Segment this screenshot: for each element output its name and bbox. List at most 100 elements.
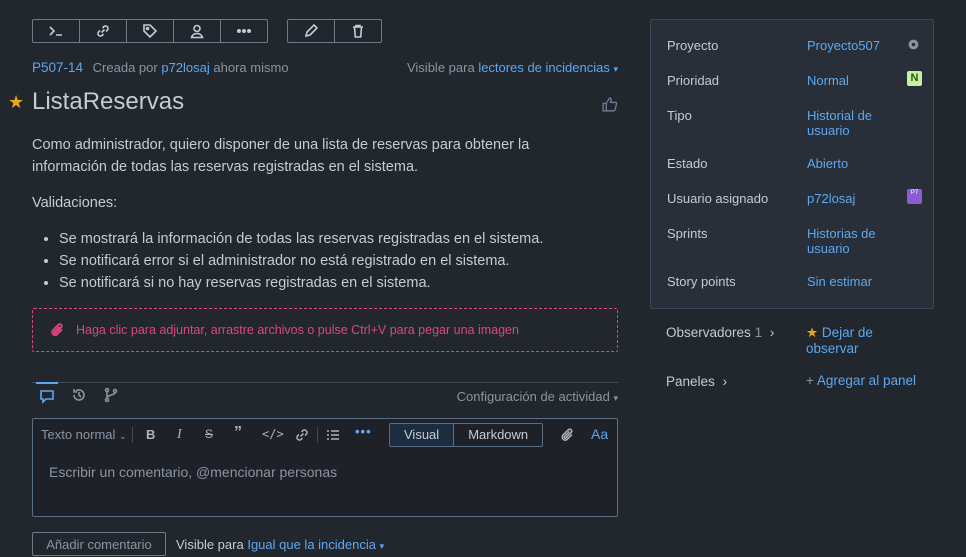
project-link[interactable]: Proyecto507 [807, 38, 897, 53]
bullet-list-icon[interactable] [325, 427, 341, 443]
thumbs-up-icon[interactable] [601, 96, 618, 113]
delete-button[interactable] [335, 20, 381, 42]
terminal-icon [49, 26, 62, 36]
ellipsis-icon [236, 29, 252, 34]
star-icon[interactable]: ★ [8, 92, 24, 113]
visibility-prefix: Visible para [406, 60, 475, 75]
more-formatting-icon[interactable]: ••• [355, 424, 372, 439]
tab-comments[interactable] [36, 382, 58, 406]
detail-label: Proyecto [667, 38, 719, 53]
avatar: P7 [907, 189, 922, 204]
git-branch-icon [104, 387, 118, 403]
tab-history[interactable] [68, 387, 90, 405]
code-icon[interactable]: </> [262, 427, 284, 441]
tab-commits[interactable] [100, 387, 122, 405]
pencil-icon [304, 23, 319, 38]
unwatch-button[interactable]: ★ Dejar de observar [806, 325, 916, 357]
comment-visibility[interactable]: Visible para Igual que la incidencia ▾ [176, 537, 384, 552]
sprints-value[interactable]: Historias de usuario [807, 226, 897, 256]
comment-editor[interactable]: Texto normal ⌄ B I S ” </> ••• Visual Ma… [32, 418, 618, 517]
bold-icon[interactable]: B [146, 427, 155, 442]
chevron-right-icon: › [722, 374, 728, 389]
chevron-down-icon: ⌄ [119, 431, 127, 441]
priority-badge: N [907, 71, 922, 86]
created-prefix: Creada por [92, 60, 158, 75]
visibility-value[interactable]: lectores de incidencias [478, 60, 610, 75]
assignee-link[interactable]: p72losaj [807, 191, 897, 206]
detail-label: Prioridad [667, 73, 720, 88]
status-value[interactable]: Abierto [807, 156, 897, 171]
validations-list: Se mostrará la información de todas las … [32, 228, 592, 294]
divider [317, 427, 318, 443]
link-button[interactable] [80, 20, 127, 42]
caret-down-icon: ▾ [613, 393, 618, 403]
link-icon [97, 25, 109, 37]
link-icon[interactable] [294, 427, 310, 443]
watchers-label: Observadores [666, 325, 751, 340]
terminal-button[interactable] [33, 20, 80, 42]
tag-icon [143, 24, 158, 39]
issue-visibility[interactable]: Visible para lectores de incidencias ▾ [407, 60, 618, 75]
paperclip-icon [51, 323, 63, 336]
caret-down-icon: ▾ [379, 541, 385, 551]
edit-toolbar [287, 19, 382, 43]
trash-icon [353, 24, 363, 38]
detail-label: Tipo [667, 108, 692, 123]
paperclip-icon[interactable] [560, 427, 576, 443]
issue-id[interactable]: P507-14 [32, 60, 83, 75]
boards-label: Paneles [666, 374, 715, 389]
attachment-dropzone[interactable]: Haga clic para adjuntar, arrastre archiv… [32, 308, 618, 352]
quote-icon[interactable]: ” [234, 424, 242, 442]
details-panel: Proyecto Proyecto507 Prioridad Normal N … [650, 19, 934, 309]
watchers-toggle[interactable]: Observadores 1 › [666, 325, 774, 340]
type-value[interactable]: Historial de usuario [807, 108, 897, 138]
add-to-board-button[interactable]: + Agregar al panel [806, 373, 916, 389]
format-select[interactable]: Texto normal ⌄ [41, 427, 127, 442]
list-item: Se notificará error si el administrador … [59, 250, 592, 272]
activity-config[interactable]: Configuración de actividad ▾ [457, 389, 618, 404]
star-icon: ★ [806, 325, 819, 340]
created-time: ahora mismo [213, 60, 289, 75]
comment-visibility-value[interactable]: Igual que la incidencia [247, 537, 376, 552]
history-icon [73, 389, 85, 401]
comment-icon [40, 390, 54, 404]
attachment-hint: Haga clic para adjuntar, arrastre archiv… [76, 323, 519, 337]
plus-icon: + [806, 373, 814, 388]
validations-heading: Validaciones: [32, 195, 118, 211]
user-icon [190, 24, 204, 39]
text-style-button[interactable]: Aa [591, 426, 608, 442]
comment-visibility-prefix: Visible para [176, 537, 244, 552]
tag-button[interactable] [127, 20, 174, 42]
detail-label: Usuario asignado [667, 191, 769, 206]
author-link[interactable]: p72losaj [161, 60, 209, 75]
caret-down-icon: ▾ [613, 64, 618, 74]
list-item: Se mostrará la información de todas las … [59, 228, 592, 250]
assign-user-button[interactable] [174, 20, 221, 42]
detail-label: Estado [667, 156, 708, 171]
gear-icon [907, 38, 920, 54]
issue-description[interactable]: Como administrador, quiero disponer de u… [32, 134, 592, 294]
list-item: Se notificará si no hay reservas registr… [59, 272, 592, 294]
description-paragraph: Como administrador, quiero disponer de u… [32, 137, 530, 175]
edit-button[interactable] [288, 20, 335, 42]
add-comment-button[interactable]: Añadir comentario [32, 532, 166, 556]
strikethrough-icon[interactable]: S [205, 427, 213, 441]
activity-config-label: Configuración de actividad [456, 389, 610, 404]
story-points-value[interactable]: Sin estimar [807, 274, 897, 289]
issue-toolbar [32, 19, 268, 43]
markdown-mode-button[interactable]: Markdown [454, 424, 542, 446]
editor-mode-toggle: Visual Markdown [389, 423, 544, 447]
format-label: Texto normal [41, 427, 116, 442]
editor-toolbar: Texto normal ⌄ B I S ” </> ••• Visual Ma… [33, 419, 617, 451]
comment-input-placeholder[interactable]: Escribir un comentario, @mencionar perso… [49, 464, 337, 480]
more-button[interactable] [221, 20, 267, 42]
issue-meta: P507-14 Creada por p72losaj ahora mismo [32, 60, 289, 75]
visual-mode-button[interactable]: Visual [390, 424, 455, 446]
activity-tabs: Configuración de actividad ▾ [32, 382, 618, 405]
issue-title[interactable]: ListaReservas [32, 88, 184, 116]
boards-toggle[interactable]: Paneles › [666, 374, 727, 389]
priority-value[interactable]: Normal [807, 73, 897, 88]
detail-label: Sprints [667, 226, 708, 241]
add-to-board-label: Agregar al panel [816, 373, 916, 388]
italic-icon[interactable]: I [177, 427, 182, 443]
